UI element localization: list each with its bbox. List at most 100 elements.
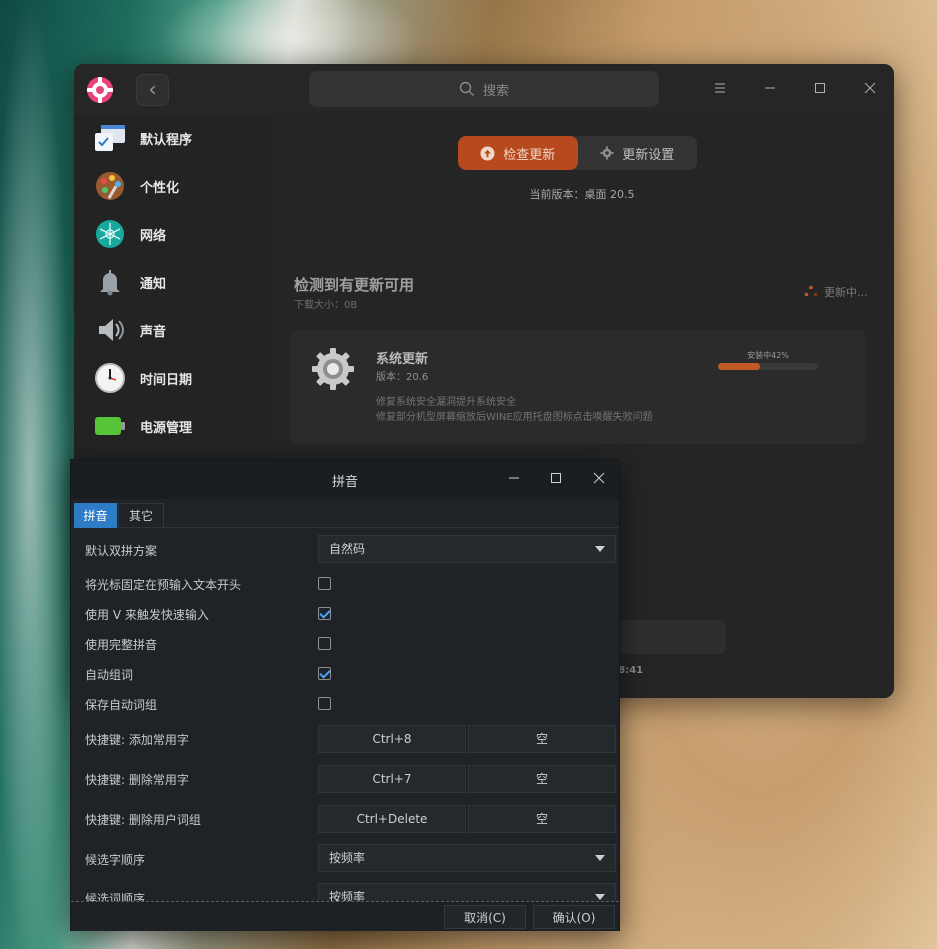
clock-icon (93, 361, 127, 395)
add-word-shortcut-secondary[interactable]: 空 (468, 725, 616, 753)
dialog-settings-list: 默认双拼方案 自然码 将光标固定在预输入文本开头 使用 V 来触发快速输入 使用… (71, 529, 619, 901)
minimize-button[interactable] (760, 80, 780, 100)
use-v-label: 使用 V 来触发快速输入 (85, 608, 209, 622)
delete-word-shortcut-secondary[interactable]: 空 (468, 765, 616, 793)
update-settings-label: 更新设置 (622, 147, 675, 163)
check-update-label: 检查更新 (503, 147, 556, 163)
dialog-title: 拼音 (331, 475, 358, 490)
dialog-title-bar: 拼音 (71, 460, 619, 499)
sidebar-item-sound[interactable]: 声音 (74, 308, 270, 352)
update-status-text: 更新中... (824, 286, 868, 299)
update-item-description: 修复系统安全漏洞提升系统安全 (376, 397, 516, 408)
update-status: 更新中... (804, 284, 868, 300)
sidebar-item-network[interactable]: 网络 (74, 212, 270, 256)
back-button[interactable]: ‹ (136, 74, 169, 106)
cancel-button[interactable]: 取消(C) (444, 905, 526, 929)
full-pinyin-checkbox[interactable] (318, 637, 331, 650)
scheme-label: 默认双拼方案 (85, 544, 158, 558)
search-icon (459, 81, 474, 96)
gear-icon (600, 146, 614, 160)
phrase-order-select[interactable]: 按频率 (318, 883, 616, 901)
chevron-down-icon (595, 855, 605, 861)
default-apps-icon (93, 121, 127, 155)
dialog-footer: 取消(C) 确认(O) (71, 901, 619, 931)
char-order-select[interactable]: 按频率 (318, 844, 616, 872)
current-version: 当前版本：桌面 20.5 (529, 188, 635, 201)
close-button[interactable] (860, 80, 880, 100)
menu-button[interactable] (710, 80, 730, 100)
speaker-icon (93, 313, 127, 347)
sidebar-item-label: 时间日期 (140, 372, 193, 388)
search-input[interactable]: 搜索 (309, 71, 659, 107)
sidebar-item-label: 声音 (140, 324, 167, 340)
phrase-order-value: 按频率 (329, 890, 366, 901)
delete-phrase-shortcut-secondary[interactable]: 空 (468, 805, 616, 833)
battery-icon (93, 409, 127, 443)
check-update-button[interactable]: 检查更新 (458, 136, 578, 170)
phrase-order-label: 候选词顺序 (85, 892, 146, 901)
dialog-minimize-button[interactable] (504, 470, 524, 490)
hamburger-icon (715, 83, 725, 93)
scheme-select[interactable]: 自然码 (318, 535, 616, 563)
settings-gear-icon (84, 74, 116, 106)
pinyin-settings-dialog: 拼音 拼音 其它 默认双拼方案 自然码 将光标固定在预输入文本开头 使用 V 来… (70, 459, 620, 931)
save-phrase-checkbox[interactable] (318, 697, 331, 710)
save-phrase-label: 保存自动词组 (85, 698, 158, 712)
update-item-description: 修复部分机型屏幕缩放后WINE应用托盘图标点击唤醒失败问题 (376, 412, 653, 423)
add-word-shortcut-label: 快捷键: 添加常用字 (85, 733, 189, 747)
update-segmented-control: 检查更新 更新设置 (458, 136, 697, 170)
sidebar-item-datetime[interactable]: 时间日期 (74, 356, 270, 400)
maximize-icon (551, 473, 561, 483)
auto-phrase-label: 自动组词 (85, 668, 134, 682)
upload-arrow-icon (480, 145, 495, 161)
personalization-icon (93, 169, 127, 203)
sidebar-item-label: 电源管理 (140, 420, 193, 436)
fix-cursor-label: 将光标固定在预输入文本开头 (85, 578, 242, 592)
search-placeholder: 搜索 (482, 83, 509, 99)
add-word-shortcut-primary[interactable]: Ctrl+8 (318, 725, 466, 753)
title-bar: ‹ 搜索 (74, 64, 894, 116)
dialog-tabs: 拼音 其它 (71, 500, 619, 528)
progress-bar (718, 363, 818, 370)
delete-word-shortcut-primary[interactable]: Ctrl+7 (318, 765, 466, 793)
update-item-version: 版本：20.6 (376, 372, 429, 383)
sidebar-item-notification[interactable]: 通知 (74, 260, 270, 304)
network-icon (93, 217, 127, 251)
system-gear-icon (310, 346, 356, 392)
update-item-name: 系统更新 (376, 352, 429, 367)
sidebar-item-label: 默认程序 (140, 132, 193, 148)
chevron-down-icon (595, 894, 605, 900)
auto-phrase-checkbox[interactable] (318, 667, 331, 680)
full-pinyin-label: 使用完整拼音 (85, 638, 158, 652)
char-order-value: 按频率 (329, 851, 366, 865)
updates-available-title: 检测到有更新可用 (294, 276, 415, 294)
minimize-icon (509, 477, 519, 479)
scheme-value: 自然码 (329, 542, 366, 556)
ok-button[interactable]: 确认(O) (533, 905, 615, 929)
maximize-button[interactable] (810, 80, 830, 100)
dialog-maximize-button[interactable] (546, 470, 566, 490)
system-update-card: 系统更新 版本：20.6 修复系统安全漏洞提升系统安全 修复部分机型屏幕缩放后W… (290, 330, 866, 444)
tab-other[interactable]: 其它 (118, 503, 164, 528)
sidebar-item-power[interactable]: 电源管理 (74, 404, 270, 448)
bell-icon (93, 265, 127, 299)
delete-word-shortcut-label: 快捷键: 删除常用字 (85, 773, 189, 787)
sidebar-item-label: 个性化 (140, 180, 180, 196)
progress-label: 安装中42% (747, 351, 789, 360)
use-v-checkbox[interactable] (318, 607, 331, 620)
delete-phrase-shortcut-primary[interactable]: Ctrl+Delete (318, 805, 466, 833)
tab-pinyin[interactable]: 拼音 (74, 503, 117, 528)
sidebar-item-personalization[interactable]: 个性化 (74, 164, 270, 208)
dialog-close-button[interactable] (589, 470, 609, 490)
progress-bar-fill (718, 363, 760, 370)
spinner-icon (804, 285, 818, 297)
delete-phrase-shortcut-label: 快捷键: 删除用户词组 (85, 813, 201, 827)
download-size: 下载大小：0B (294, 300, 358, 311)
close-icon (864, 82, 876, 94)
maximize-icon (815, 83, 825, 93)
close-icon (593, 472, 605, 484)
sidebar-item-default-apps[interactable]: 默认程序 (74, 116, 270, 160)
update-settings-button[interactable]: 更新设置 (578, 136, 698, 170)
fix-cursor-checkbox[interactable] (318, 577, 331, 590)
sidebar-item-label: 网络 (140, 228, 167, 244)
